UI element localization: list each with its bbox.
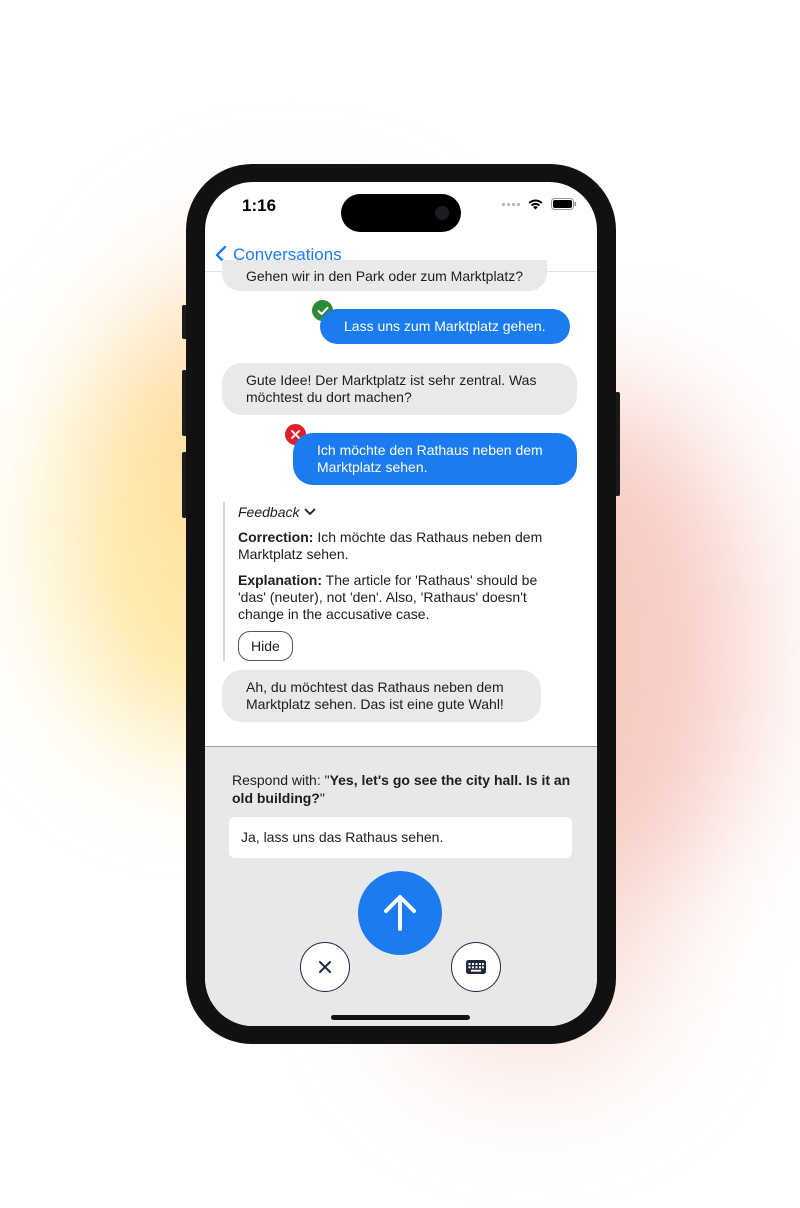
keyboard-button[interactable]	[451, 942, 501, 992]
message-bot: Gute Idee! Der Marktplatz ist sehr zentr…	[222, 363, 577, 415]
prompt-suffix: "	[319, 790, 325, 806]
chevron-down-icon	[305, 508, 316, 515]
feedback-correction: Correction: Ich möchte das Rathaus neben…	[238, 529, 563, 563]
phone-screen: 1:16 Conversations Gehen wir in den Park…	[205, 182, 597, 1026]
battery-icon	[551, 198, 577, 210]
cancel-button[interactable]	[300, 942, 350, 992]
feedback-panel: Feedback Correction: Ich möchte das Rath…	[223, 502, 563, 661]
cellular-signal-icon	[502, 202, 520, 206]
answer-input[interactable]: Ja, lass uns das Rathaus sehen.	[229, 817, 572, 858]
message-user: Lass uns zum Marktplatz gehen.	[320, 309, 570, 344]
feedback-title: Feedback	[238, 504, 300, 520]
response-panel: Respond with: "Yes, let's go see the cit…	[205, 746, 597, 1026]
correction-label: Correction:	[238, 529, 314, 545]
wifi-icon	[528, 199, 543, 210]
keyboard-icon	[466, 960, 486, 974]
arrow-up-icon	[384, 895, 416, 931]
home-indicator	[331, 1015, 470, 1020]
message-text: Ich möchte den Rathaus neben dem Marktpl…	[317, 442, 543, 475]
close-icon	[319, 961, 331, 973]
message-bot: Gehen wir in den Park oder zum Marktplat…	[222, 260, 548, 291]
message-text: Ah, du möchtest das Rathaus neben dem Ma…	[246, 679, 504, 712]
status-icons	[502, 198, 577, 210]
front-camera	[435, 206, 449, 220]
prompt-prefix: Respond with: "	[232, 772, 330, 788]
status-time: 1:16	[242, 196, 277, 215]
send-button[interactable]	[358, 871, 442, 955]
message-text: Lass uns zum Marktplatz gehen.	[344, 318, 546, 334]
message-user: Ich möchte den Rathaus neben dem Marktpl…	[293, 433, 577, 485]
hide-feedback-button[interactable]: Hide	[238, 631, 293, 661]
message-text: Gute Idee! Der Marktplatz ist sehr zentr…	[246, 372, 537, 405]
feedback-toggle[interactable]: Feedback	[238, 504, 563, 520]
response-prompt: Respond with: "Yes, let's go see the cit…	[232, 771, 577, 807]
message-text: Gehen wir in den Park oder zum Marktplat…	[246, 268, 524, 284]
explanation-label: Explanation:	[238, 572, 323, 588]
message-bot: Ah, du möchtest das Rathaus neben dem Ma…	[222, 670, 541, 722]
feedback-explanation: Explanation: The article for 'Rathaus' s…	[238, 572, 563, 623]
dynamic-island	[341, 194, 461, 232]
